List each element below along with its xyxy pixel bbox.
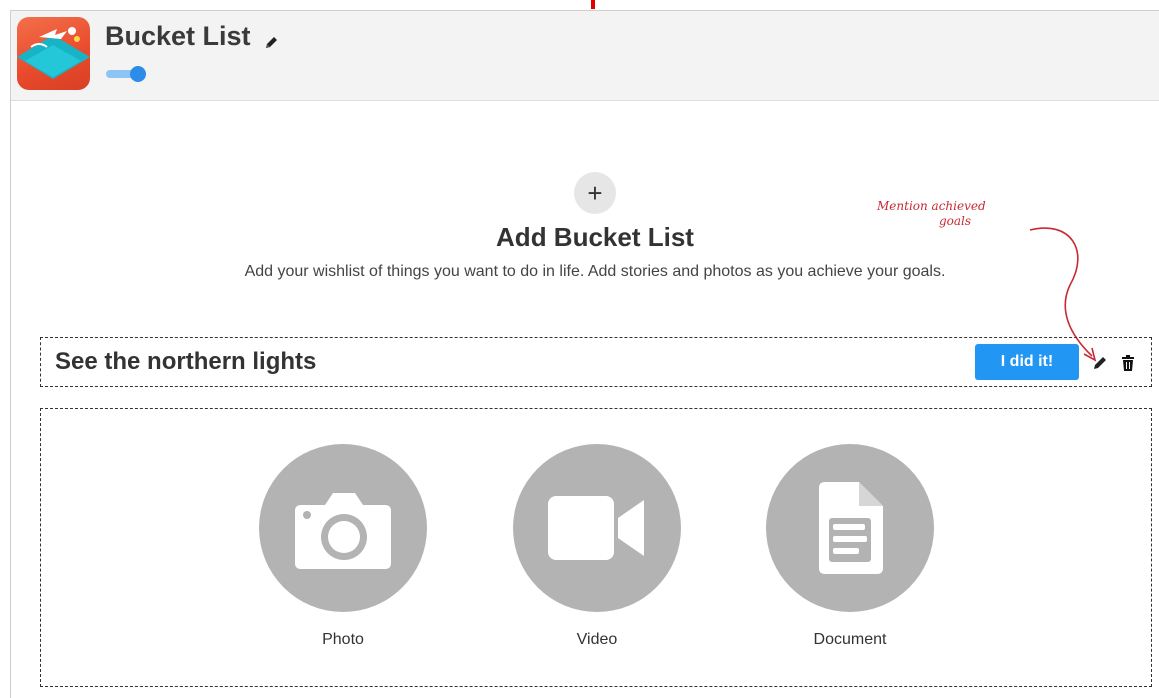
video-camera-icon	[513, 444, 681, 612]
media-label: Document	[813, 631, 887, 648]
media-label: Photo	[322, 631, 364, 648]
document-icon	[766, 444, 934, 612]
i-did-it-button[interactable]: I did it!	[975, 344, 1079, 380]
media-label: Video	[576, 631, 618, 648]
bucket-list-app-icon	[17, 17, 90, 90]
page-title: Bucket List	[105, 21, 251, 51]
add-bucket-list-button[interactable]: +	[574, 172, 616, 214]
bucket-list-item: See the northern lights I did it!	[40, 337, 1152, 387]
add-bucket-list-description: Add your wishlist of things you want to …	[244, 263, 946, 280]
document-upload[interactable]: Document	[766, 444, 934, 649]
video-upload[interactable]: Video	[513, 444, 681, 649]
goal-title: See the northern lights	[55, 348, 317, 375]
camera-icon	[259, 444, 427, 612]
app-header: Bucket List	[11, 11, 1159, 101]
pencil-icon[interactable]	[263, 35, 279, 51]
photo-upload[interactable]: Photo	[259, 444, 427, 649]
visibility-toggle[interactable]	[106, 66, 148, 82]
pencil-icon[interactable]	[1091, 354, 1109, 372]
toggle-knob	[130, 66, 146, 82]
media-upload-area: Photo Video Document	[40, 408, 1152, 687]
red-marker	[591, 0, 595, 9]
trash-icon[interactable]	[1119, 354, 1137, 372]
plus-icon: +	[587, 177, 603, 208]
